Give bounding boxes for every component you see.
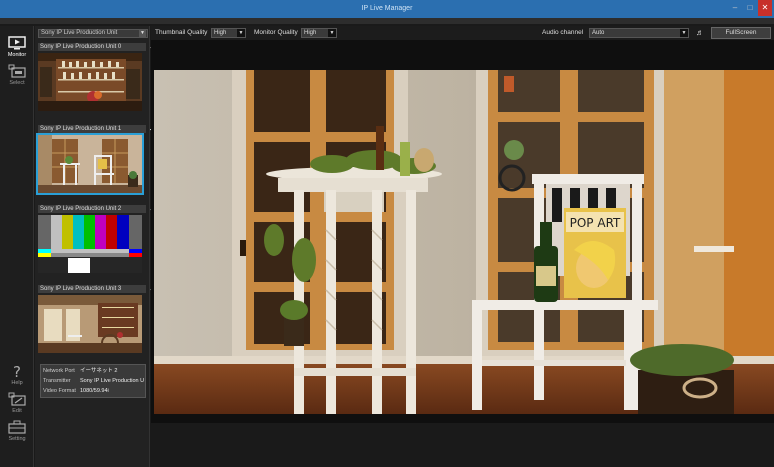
window-title: IP Live Manager — [361, 5, 413, 12]
rail-item-select[interactable]: Select — [0, 60, 34, 94]
info-transmitter: Transmitter Sony IP Live Production U — [43, 377, 147, 386]
help-icon: ? — [13, 364, 21, 378]
svg-text:?: ? — [13, 364, 21, 378]
thumb-label-text: Sony IP Live Production Unit 2 — [40, 206, 122, 212]
info-label: Transmitter — [43, 378, 71, 384]
thumbnail-panel: Sony IP Live Production Unit ▼ Sony IP L… — [35, 26, 156, 467]
thumbnail-quality-label: Thumbnail Quality — [155, 29, 208, 36]
thumb-image — [38, 215, 142, 273]
monitor-icon — [8, 36, 26, 50]
thumb-scene-bar — [38, 53, 142, 111]
monitor-quality-select[interactable]: High ▼ — [301, 28, 337, 38]
audio-channel-label: Audio channel — [542, 29, 584, 36]
thumb-label: Sony IP Live Production Unit 0 ♬ — [38, 43, 156, 51]
audio-channel-value: Auto — [592, 30, 605, 36]
thumb-label-text: Sony IP Live Production Unit 0 — [40, 44, 122, 50]
unit-select-value: Sony IP Live Production Unit — [41, 30, 118, 36]
poster-text: POP ART — [570, 216, 621, 230]
monitor-scene: POP ART — [154, 70, 774, 414]
chevron-down-icon: ▼ — [328, 29, 336, 37]
thumb-color-bars — [38, 215, 142, 273]
rail-label: Monitor — [7, 52, 27, 58]
fullscreen-button[interactable]: FullScreen — [711, 27, 771, 39]
unit-select[interactable]: Sony IP Live Production Unit ▼ — [38, 29, 148, 38]
setting-icon — [8, 420, 26, 434]
thumbnail-quality-select[interactable]: High ▼ — [211, 28, 246, 38]
rail-label: Help — [11, 380, 23, 386]
chevron-down-icon: ▼ — [237, 29, 245, 37]
info-video-format: Video Format 1080/59.94i — [43, 387, 147, 396]
title-bar: IP Live Manager – □ ✕ — [0, 0, 774, 24]
bottom-strip — [151, 423, 774, 467]
thumb-label: Sony IP Live Production Unit 2 ♬ — [38, 205, 156, 213]
maximize-icon[interactable]: □ — [743, 0, 757, 16]
close-icon[interactable]: ✕ — [758, 0, 772, 16]
nav-rail: Monitor Select ? Help Edit Setting — [0, 26, 34, 467]
info-network-port: Network Port イーサネット 2 — [43, 367, 147, 376]
thumb-label-text: Sony IP Live Production Unit 1 — [40, 126, 122, 132]
monitor-quality-label: Monitor Quality — [254, 29, 298, 36]
info-value: Sony IP Live Production U — [80, 378, 145, 384]
thumb-scene-chair — [38, 135, 142, 193]
thumbnail-quality-value: High — [214, 30, 227, 36]
chevron-down-icon: ▼ — [680, 29, 688, 37]
monitor-quality-value: High — [304, 30, 317, 36]
thumb-unit-0[interactable]: Sony IP Live Production Unit 0 ♬ — [38, 43, 156, 111]
rail-label: Select — [9, 80, 25, 86]
monitor-video: POP ART — [154, 70, 774, 414]
speaker-icon[interactable]: ♬ — [696, 26, 704, 40]
thumb-image — [38, 295, 142, 353]
thumb-label: Sony IP Live Production Unit 1 ♬ — [38, 125, 156, 133]
thumb-label: Sony IP Live Production Unit 3 ♬ — [38, 285, 156, 293]
rail-label: Edit — [12, 408, 22, 414]
chevron-down-icon: ▼ — [139, 30, 146, 37]
thumb-unit-2[interactable]: Sony IP Live Production Unit 2 ♬ — [38, 205, 156, 273]
minimize-icon[interactable]: – — [728, 0, 742, 16]
rail-item-setting[interactable]: Setting — [0, 416, 34, 450]
title-strip: IP Live Manager – □ ✕ — [0, 0, 774, 18]
select-icon — [8, 64, 26, 78]
edit-icon — [8, 392, 26, 406]
thumb-label-text: Sony IP Live Production Unit 3 — [40, 286, 122, 292]
thumb-image — [36, 133, 144, 195]
info-value: 1080/59.94i — [80, 388, 109, 394]
thumb-image — [38, 53, 142, 111]
control-bar: Thumbnail Quality High ▼ Monitor Quality… — [151, 26, 774, 40]
info-label: Network Port — [43, 368, 75, 374]
thumb-scene-room — [38, 295, 142, 353]
main-monitor: POP ART — [151, 40, 774, 423]
rail-label: Setting — [8, 436, 26, 442]
audio-channel-select[interactable]: Auto ▼ — [589, 28, 689, 38]
source-info: Network Port イーサネット 2 Transmitter Sony I… — [40, 364, 146, 398]
info-label: Video Format — [43, 388, 76, 394]
thumb-unit-3[interactable]: Sony IP Live Production Unit 3 ♬ — [38, 285, 156, 353]
info-value: イーサネット 2 — [80, 368, 118, 374]
thumb-unit-1[interactable]: Sony IP Live Production Unit 1 ♬ — [36, 125, 156, 195]
